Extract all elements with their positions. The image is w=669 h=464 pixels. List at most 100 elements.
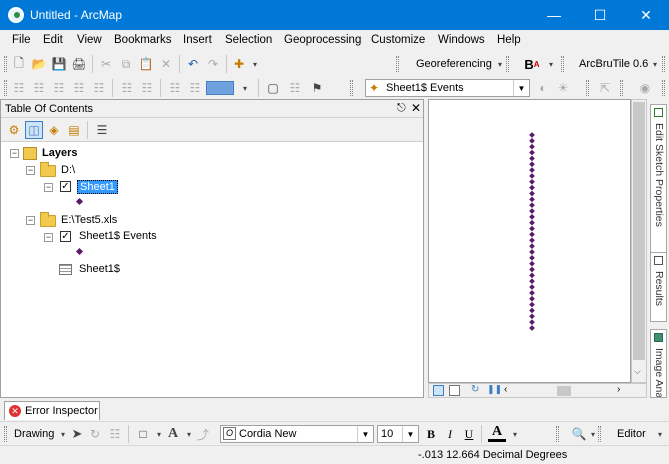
next-extent-icon[interactable]: ☷ (138, 79, 156, 97)
chevron-down-icon[interactable]: ▼ (402, 426, 418, 442)
layout-view-icon[interactable] (449, 385, 460, 396)
identify-icon[interactable]: ▢ (264, 79, 282, 97)
map-point[interactable] (529, 190, 535, 197)
delete-icon[interactable]: ✕ (157, 55, 175, 73)
menu-bookmarks[interactable]: Bookmarks (114, 34, 172, 46)
close-icon[interactable]: ✕ (411, 101, 421, 115)
font-color-button[interactable]: A (488, 424, 506, 442)
map-point[interactable] (529, 272, 535, 279)
underline-button[interactable]: U (460, 425, 478, 443)
drawing-menu[interactable]: Drawing (14, 428, 54, 440)
toolbar-grip[interactable] (662, 56, 665, 72)
edit-vertices-icon[interactable]: ⤴ (194, 425, 212, 443)
layer2-visibility-checkbox[interactable]: ✓ (60, 231, 71, 242)
text-format-icon[interactable]: BA (523, 55, 541, 73)
tree-group-d-drive[interactable]: D:\ (61, 164, 75, 176)
pin-icon[interactable]: ⎋ (397, 102, 406, 115)
menu-customize[interactable]: Customize (371, 34, 425, 46)
chevron-left-icon[interactable]: ‹ (504, 384, 507, 395)
menu-windows[interactable]: Windows (438, 34, 485, 46)
pause-icon[interactable]: ❚❚ (487, 384, 502, 395)
expand-group2-toggle[interactable]: − (26, 216, 35, 225)
map-point[interactable] (529, 231, 535, 238)
map-point[interactable] (529, 149, 535, 156)
menu-help[interactable]: Help (497, 34, 521, 46)
close-button[interactable]: ✕ (623, 0, 669, 30)
map-point[interactable] (529, 202, 535, 209)
add-data-dropdown-icon[interactable]: ▾ (246, 55, 264, 73)
brightness-icon[interactable]: ☀ (554, 79, 572, 97)
layer1-visibility-checkbox[interactable]: ✓ (60, 181, 71, 192)
map-point[interactable] (529, 260, 535, 267)
fixed-zoom-icon[interactable]: ☷ (90, 79, 108, 97)
map-point[interactable] (529, 173, 535, 179)
zoom-in-icon[interactable]: ☷ (10, 79, 28, 97)
save-icon[interactable]: 💾 (50, 55, 68, 73)
map-point[interactable] (529, 295, 535, 302)
map-point[interactable] (529, 167, 535, 173)
dock-tab-edit-sketch-properties[interactable]: Edit Sketch Properties (650, 104, 667, 264)
toolbar-grip[interactable] (506, 56, 509, 72)
menu-geoprocessing[interactable]: Geoprocessing (284, 34, 361, 46)
menu-file[interactable]: File (12, 34, 31, 46)
zoom-out-icon[interactable]: ☷ (30, 79, 48, 97)
horizontal-scroll-thumb[interactable] (557, 386, 571, 396)
open-folder-icon[interactable]: 📂 (30, 55, 48, 73)
list-by-visibility-icon[interactable]: ◈ (45, 121, 63, 139)
find-icon[interactable]: ☷ (286, 79, 304, 97)
text-format-dropdown-icon[interactable]: ▾ (542, 55, 560, 73)
font-size-combo[interactable]: 10 ▼ (377, 425, 419, 443)
map-point[interactable] (529, 196, 535, 203)
pan-icon[interactable]: ☷ (50, 79, 68, 97)
map-canvas[interactable] (429, 100, 630, 382)
map-point[interactable] (529, 290, 535, 296)
expand-group1-toggle[interactable]: − (26, 166, 35, 175)
menu-view[interactable]: View (77, 34, 102, 46)
toolbar-grip[interactable] (556, 426, 559, 442)
contrast-icon[interactable]: ◐ (534, 79, 552, 97)
toolbar-grip[interactable] (4, 80, 7, 96)
arcbrutile-toolbar-label[interactable]: ArcBruTile 0.6 (579, 58, 648, 70)
editor-menu[interactable]: Editor (617, 428, 646, 440)
paste-icon[interactable]: 📋 (137, 55, 155, 73)
rotate-icon[interactable]: ↻ (86, 425, 104, 443)
toolbar-grip[interactable] (4, 56, 7, 72)
menu-selection[interactable]: Selection (225, 34, 272, 46)
chevron-right-icon[interactable]: › (617, 384, 620, 395)
menu-edit[interactable]: Edit (43, 34, 63, 46)
map-point[interactable] (529, 132, 535, 138)
toolbar-grip[interactable] (396, 56, 399, 72)
measure-icon[interactable]: ⚑ (308, 79, 326, 97)
toolbar-grip[interactable] (598, 426, 601, 442)
tree-group-test5-xls[interactable]: E:\Test5.xls (61, 214, 117, 226)
toolbar-grip[interactable] (561, 56, 564, 72)
globe-icon[interactable]: ◉ (636, 79, 654, 97)
select-features-icon[interactable]: ☷ (166, 79, 184, 97)
menu-insert[interactable]: Insert (183, 34, 212, 46)
selection-color-swatch[interactable] (206, 81, 234, 95)
data-view-icon[interactable] (433, 385, 444, 396)
expand-layers-toggle[interactable]: − (10, 149, 19, 158)
map-point[interactable] (529, 155, 535, 162)
copy-icon[interactable]: ⧉ (117, 55, 135, 73)
print-icon[interactable]: 🖨 (70, 55, 88, 73)
select-elements-icon[interactable]: ➤ (68, 425, 86, 443)
map-point[interactable] (529, 237, 535, 244)
error-inspector-tab[interactable]: ✕ Error Inspector (4, 401, 100, 420)
map-point[interactable] (529, 208, 535, 214)
expand-layer1-toggle[interactable]: − (44, 183, 53, 192)
map-point[interactable] (529, 214, 535, 220)
minimize-button[interactable]: — (531, 0, 577, 30)
map-point[interactable] (529, 313, 535, 320)
map-point[interactable] (529, 254, 535, 261)
chevron-down-icon[interactable]: ⌵ (634, 366, 641, 377)
cut-icon[interactable]: ✂ (97, 55, 115, 73)
tree-table-sheet1[interactable]: Sheet1$ (79, 263, 120, 275)
arcmap-app-icon[interactable] (8, 7, 24, 23)
dock-tab-image-analysis[interactable]: Image Analysis (650, 329, 667, 398)
map-point[interactable] (529, 284, 535, 290)
map-point[interactable] (529, 319, 535, 325)
chevron-down-icon[interactable]: ▼ (357, 426, 373, 442)
list-by-selection-icon[interactable]: ▤ (65, 121, 83, 139)
toolbar-grip[interactable] (4, 426, 7, 442)
